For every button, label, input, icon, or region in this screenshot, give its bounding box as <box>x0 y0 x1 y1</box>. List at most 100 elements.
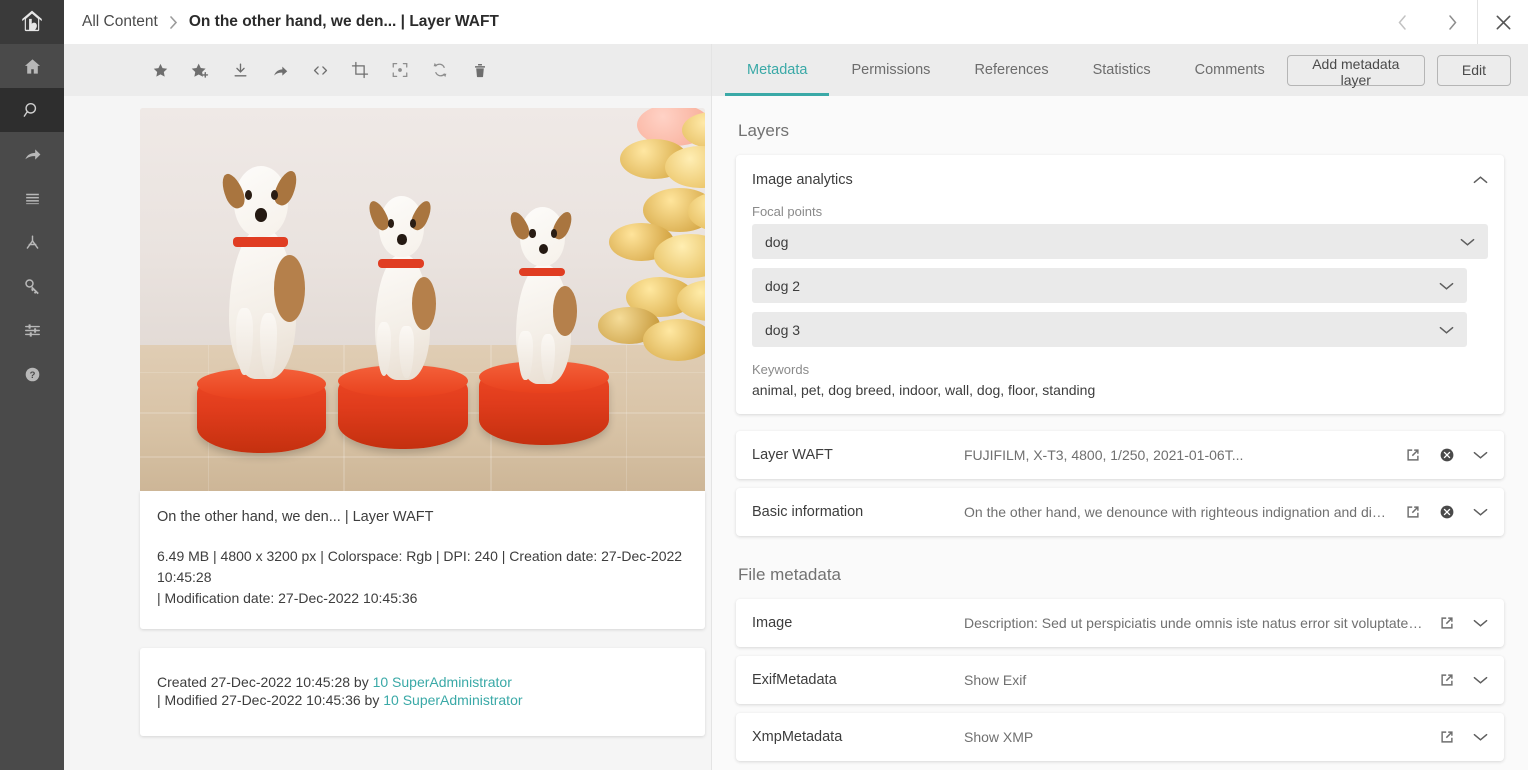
layer-value: FUJIFILM, X-T3, 4800, 1/250, 2021-01-06T… <box>964 447 1244 463</box>
download-icon <box>234 62 246 76</box>
preview-scroll: On the other hand, we den... | Layer WAF… <box>64 96 711 770</box>
created-prefix: Created 27-Dec-2022 10:45:28 by <box>157 674 373 690</box>
delete-button[interactable] <box>460 50 500 90</box>
image-analytics-title: Image analytics <box>752 171 853 188</box>
breadcrumb-root[interactable]: All Content <box>82 13 158 31</box>
house-monogram-logo-icon <box>22 10 42 32</box>
remove-layer-button[interactable] <box>1439 447 1455 463</box>
image-analytics-card: Image analytics Focal points dog dog 2 d… <box>736 155 1504 414</box>
tab-permissions[interactable]: Permissions <box>829 44 952 96</box>
app-logo[interactable] <box>0 0 64 44</box>
crop-button[interactable] <box>340 50 380 90</box>
external-link-icon <box>1441 731 1453 743</box>
file-metadata-row[interactable]: XmpMetadata Show XMP <box>736 713 1504 761</box>
asset-preview-pane: On the other hand, we den... | Layer WAF… <box>64 44 712 770</box>
modified-line: | Modified 27-Dec-2022 10:45:36 by 10 Su… <box>157 691 688 709</box>
sidebar-item-hierarchy[interactable] <box>0 220 64 264</box>
download-button[interactable] <box>220 50 260 90</box>
sliders-icon <box>24 323 40 337</box>
focal-point-expand-button[interactable] <box>1439 281 1454 291</box>
share-arrow-icon <box>24 148 40 160</box>
add-metadata-layer-button[interactable]: Add metadata layer <box>1286 54 1425 88</box>
chevron-down-icon <box>1473 733 1488 741</box>
metadata-layer-row[interactable]: Layer WAFT FUJIFILM, X-T3, 4800, 1/250, … <box>736 431 1504 479</box>
expand-file-metadata-button[interactable] <box>1473 732 1488 742</box>
asset-meta-line1: 6.49 MB | 4800 x 3200 px | Colorspace: R… <box>157 548 683 585</box>
share-icon <box>273 66 287 76</box>
chevron-down-icon <box>1460 238 1475 246</box>
sidebar-item-settings[interactable] <box>0 308 64 352</box>
metadata-layer-row[interactable]: Basic information On the other hand, we … <box>736 488 1504 536</box>
expand-file-metadata-button[interactable] <box>1473 618 1488 628</box>
code-icon <box>313 65 327 75</box>
tab-actions: Add metadata layer Edit <box>1286 44 1528 96</box>
layer-value: On the other hand, we denounce with righ… <box>964 504 1405 520</box>
file-metadata-name: XmpMetadata <box>752 729 843 745</box>
page-title: On the other hand, we den... | Layer WAF… <box>188 13 499 30</box>
image-analytics-header[interactable]: Image analytics <box>752 155 1488 204</box>
file-metadata-row[interactable]: Image Description: Sed ut perspiciatis u… <box>736 599 1504 647</box>
created-by-link[interactable]: 10 SuperAdministrator <box>373 674 512 690</box>
open-file-metadata-button[interactable] <box>1439 729 1455 745</box>
file-metadata-section-title: File metadata <box>738 565 841 584</box>
modified-by-link[interactable]: 10 SuperAdministrator <box>383 692 522 708</box>
focal-point-row[interactable]: dog 3 <box>752 312 1467 347</box>
star-icon <box>153 63 167 77</box>
expand-layer-button[interactable] <box>1473 507 1488 517</box>
sidebar-item-key[interactable] <box>0 264 64 308</box>
remove-circle-icon <box>1440 448 1454 462</box>
keywords-label: Keywords <box>752 362 810 377</box>
expand-file-metadata-button[interactable] <box>1473 675 1488 685</box>
file-metadata-row-actions <box>1439 615 1488 631</box>
remove-circle-icon <box>1440 505 1454 519</box>
sidebar-item-home[interactable] <box>0 44 64 88</box>
focus-point-icon <box>392 62 408 78</box>
dog-1 <box>208 162 327 384</box>
external-link-icon <box>1441 674 1453 686</box>
focal-point-name: dog <box>765 233 789 250</box>
tab-statistics[interactable]: Statistics <box>1071 44 1173 96</box>
add-to-collection-button[interactable] <box>180 50 220 90</box>
tab-comments[interactable]: Comments <box>1173 44 1287 96</box>
tab-references[interactable]: References <box>952 44 1070 96</box>
help-icon: ? <box>25 367 39 381</box>
next-asset-button[interactable] <box>1427 0 1477 44</box>
created-line: Created 27-Dec-2022 10:45:28 by 10 Super… <box>157 673 688 691</box>
close-button[interactable] <box>1478 0 1528 44</box>
remove-layer-button[interactable] <box>1439 504 1455 520</box>
tab-metadata[interactable]: Metadata <box>725 44 830 96</box>
open-file-metadata-button[interactable] <box>1439 672 1455 688</box>
asset-toolbar <box>64 44 711 96</box>
chevron-right-icon <box>1448 14 1456 30</box>
focal-point-name: dog 3 <box>765 321 801 338</box>
focus-point-button[interactable] <box>380 50 420 90</box>
expand-layer-button[interactable] <box>1473 450 1488 460</box>
focal-point-row[interactable]: dog <box>752 224 1488 259</box>
edit-button[interactable]: Edit <box>1436 54 1511 86</box>
focal-point-row[interactable]: dog 2 <box>752 268 1467 303</box>
open-layer-button[interactable] <box>1405 504 1421 520</box>
file-metadata-row[interactable]: ExifMetadata Show Exif <box>736 656 1504 704</box>
modified-prefix: | Modified 27-Dec-2022 10:45:36 by <box>157 692 384 708</box>
sidebar-item-share[interactable] <box>0 132 64 176</box>
chevron-down-icon <box>1473 508 1488 516</box>
focal-point-expand-button[interactable] <box>1460 237 1475 247</box>
sidebar-item-search[interactable] <box>0 88 64 132</box>
open-layer-button[interactable] <box>1405 447 1421 463</box>
share-button[interactable] <box>260 50 300 90</box>
replace-button[interactable] <box>420 50 460 90</box>
focal-point-expand-button[interactable] <box>1439 325 1454 335</box>
trash-icon <box>475 63 485 77</box>
asset-thumbnail[interactable] <box>140 108 705 491</box>
sidebar-item-help[interactable]: ? <box>0 352 64 396</box>
embed-code-button[interactable] <box>300 50 340 90</box>
image-analytics-collapse-button[interactable] <box>1473 175 1488 185</box>
sidebar-item-list[interactable] <box>0 176 64 220</box>
hierarchy-icon <box>26 234 38 249</box>
chevron-down-icon <box>1439 282 1454 290</box>
favorite-button[interactable] <box>140 50 180 90</box>
open-file-metadata-button[interactable] <box>1439 615 1455 631</box>
asset-meta-line2: | Modification date: 27-Dec-2022 10:45:3… <box>157 590 418 606</box>
previous-asset-button[interactable] <box>1377 0 1427 44</box>
refresh-icon <box>433 62 447 78</box>
